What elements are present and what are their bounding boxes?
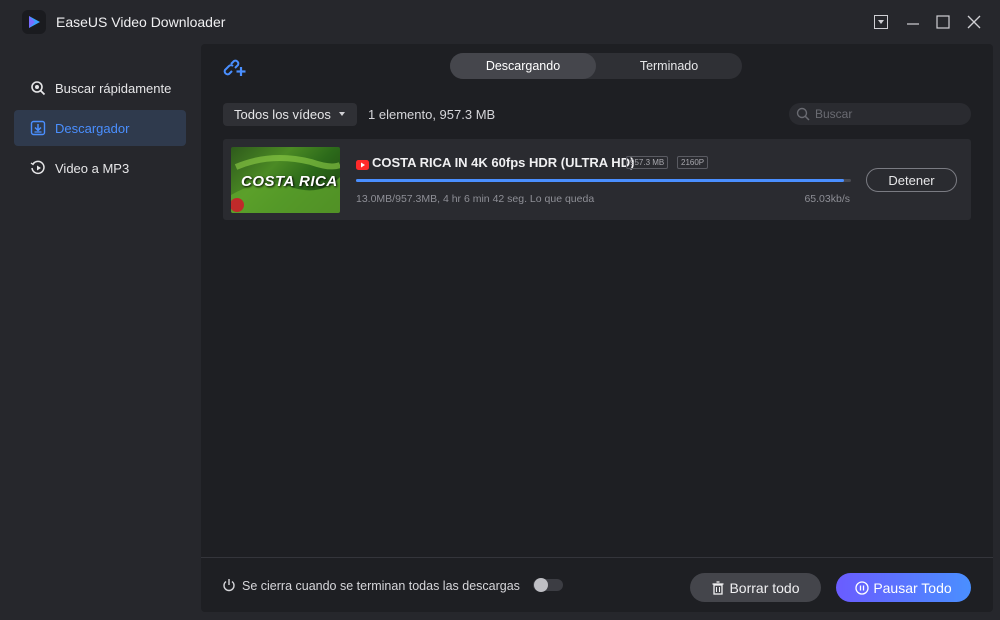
main-panel: Descargando Terminado Todos los vídeos 1…	[201, 44, 993, 612]
thumbnail-text: COSTA RICA	[241, 173, 338, 190]
tab-finished[interactable]: Terminado	[596, 53, 742, 79]
download-status: 13.0MB/957.3MB, 4 hr 6 min 42 seg. Lo qu…	[356, 193, 595, 205]
resolution-badge: 2160P	[677, 156, 709, 169]
search-input[interactable]	[813, 103, 963, 125]
toggle-knob	[534, 578, 548, 592]
power-icon	[222, 578, 236, 592]
footer-divider	[201, 557, 993, 558]
audio-convert-icon	[30, 160, 46, 176]
auto-close-label: Se cierra cuando se terminan todas las d…	[242, 579, 520, 593]
sidebar-item-quick-search[interactable]: Buscar rápidamente	[14, 70, 186, 106]
sidebar-item-video-to-mp3[interactable]: Video a MP3	[14, 150, 186, 186]
sidebar: Buscar rápidamente Descargador Video a M…	[0, 44, 200, 620]
tab-downloading[interactable]: Descargando	[450, 53, 596, 79]
download-row: COSTA RICA COSTA RICA IN 4K 60fps HDR (U…	[223, 139, 971, 220]
video-thumbnail[interactable]: COSTA RICA	[231, 147, 340, 213]
download-icon	[30, 120, 46, 136]
sidebar-item-label: Descargador	[55, 120, 130, 136]
video-title: COSTA RICA IN 4K 60fps HDR (ULTRA HD)	[372, 155, 635, 170]
title-bar: EaseUS Video Downloader	[0, 0, 1000, 44]
filter-value: Todos los vídeos	[234, 107, 331, 122]
youtube-icon	[356, 157, 369, 170]
close-button[interactable]	[964, 12, 984, 32]
minimize-button[interactable]	[903, 12, 923, 32]
trash-icon	[711, 580, 725, 595]
progress-fill	[356, 179, 845, 182]
tab-bar: Descargando Terminado	[450, 53, 742, 79]
menu-dropdown-button[interactable]	[871, 12, 891, 32]
stop-button[interactable]: Detener	[866, 168, 957, 192]
add-link-icon[interactable]	[223, 56, 247, 78]
pause-all-button[interactable]: Pausar Todo	[836, 573, 971, 602]
search-icon	[30, 80, 46, 96]
maximize-button[interactable]	[933, 12, 953, 32]
search-box[interactable]	[789, 103, 971, 125]
caret-down-icon	[339, 112, 345, 116]
size-badge: 957.3 MB	[626, 156, 669, 169]
sidebar-item-downloader[interactable]: Descargador	[14, 110, 186, 146]
video-filter-dropdown[interactable]: Todos los vídeos	[223, 103, 357, 126]
progress-bar	[356, 179, 851, 182]
download-speed: 65.03kb/s	[804, 193, 850, 205]
pause-all-label: Pausar Todo	[873, 579, 952, 596]
sidebar-item-label: Video a MP3	[55, 160, 130, 176]
app-title: EaseUS Video Downloader	[56, 14, 226, 30]
clear-all-button[interactable]: Borrar todo	[690, 573, 821, 602]
auto-close-toggle[interactable]	[533, 578, 563, 592]
item-count: 1 elemento, 957.3 MB	[368, 107, 496, 122]
clear-all-label: Borrar todo	[729, 579, 800, 596]
sidebar-item-label: Buscar rápidamente	[55, 80, 172, 96]
app-logo-icon	[22, 10, 46, 34]
pause-icon	[855, 580, 869, 595]
search-icon	[796, 107, 810, 121]
